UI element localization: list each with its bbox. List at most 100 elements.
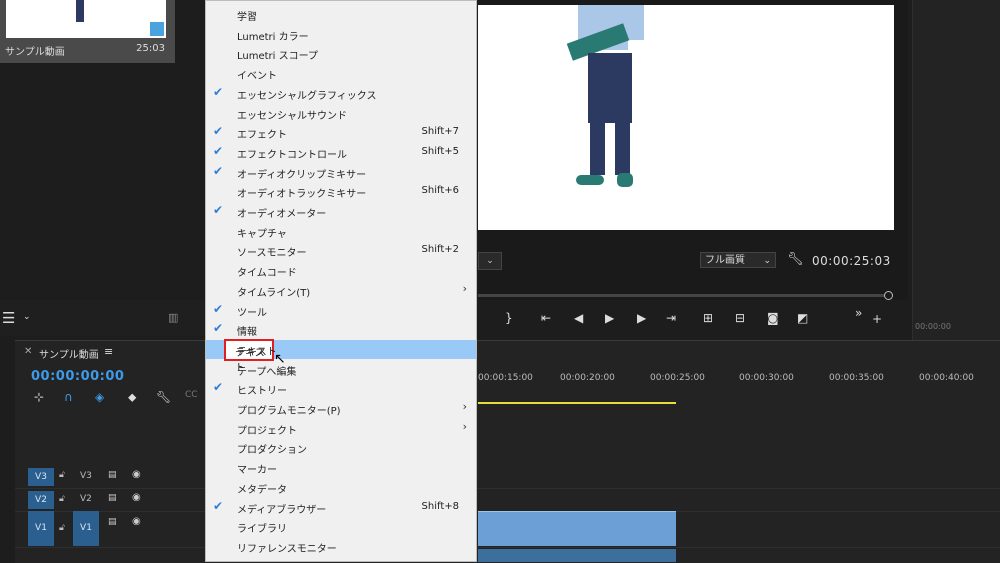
menu-item-label: Lumetri カラー [237, 31, 309, 43]
menu-item[interactable]: ✔ エッセンシャルグラフィックス [206, 84, 476, 103]
menu-item[interactable]: ✔ オーディオクリップミキサー [206, 163, 476, 182]
playhead-handle[interactable] [884, 291, 893, 300]
menu-item[interactable]: ライブラリ [206, 517, 476, 536]
lock-icon[interactable]: 🔓︎ [59, 494, 65, 504]
go-to-in-icon[interactable]: ⇤ [541, 311, 551, 325]
menu-item-label: オーディオクリップミキサー [237, 169, 367, 181]
menu-item[interactable]: ✔ オーディオメーター [206, 202, 476, 221]
more-buttons-icon[interactable]: » [855, 306, 862, 320]
wrench-icon[interactable]: 🔧︎ [787, 252, 804, 267]
menu-item[interactable]: Lumetri カラー [206, 25, 476, 44]
timeline-tab[interactable]: サンプル動画 [39, 346, 99, 361]
menu-item[interactable]: 学習 [206, 5, 476, 24]
menu-item-label: Lumetri スコープ [237, 51, 319, 63]
menu-item[interactable]: プロジェクト › [206, 419, 476, 438]
camera-icon[interactable]: ◙ [767, 311, 779, 325]
insert-icon[interactable]: ⊹ [34, 390, 44, 404]
audio-clip[interactable] [478, 549, 676, 562]
menu-item-label: マーカー [237, 465, 277, 477]
linked-selection-icon[interactable]: ◈ [95, 390, 104, 404]
work-area-bar[interactable] [478, 402, 676, 404]
eye-icon[interactable]: ◉ [132, 469, 141, 480]
source-patch-v1[interactable]: V1 [28, 511, 54, 546]
chevron-down-icon[interactable]: ⌄ [23, 312, 31, 322]
track-label-v2: V2 [80, 494, 92, 504]
thumbnail-image [6, 0, 166, 38]
menu-item[interactable]: Lumetri スコープ [206, 44, 476, 63]
lift-icon[interactable]: ⊞ [703, 311, 713, 325]
right-side-panel [912, 0, 1000, 340]
menu-item[interactable]: マーカー [206, 458, 476, 477]
menu-item[interactable]: イベント [206, 64, 476, 83]
menu-item[interactable]: ✔ エフェクトコントロール Shift+5 [206, 143, 476, 162]
menu-item[interactable]: ✔ ヒストリー [206, 379, 476, 398]
compare-view-icon[interactable]: ◩ [797, 311, 808, 325]
menu-item-shortcut: Shift+6 [421, 185, 459, 197]
menu-item-label: プログラムモニター(P) [237, 406, 341, 417]
lock-icon[interactable]: 🔓︎ [59, 523, 65, 533]
menu-item[interactable]: ソースモニター Shift+2 [206, 241, 476, 260]
menu-item-label: イベント [237, 71, 277, 83]
mark-out-icon[interactable]: } [505, 311, 513, 325]
timeline-settings-wrench-icon[interactable]: 🔧︎ [156, 390, 171, 404]
program-video-frame[interactable] [478, 5, 894, 230]
menu-item[interactable]: タイムライン(T) › [206, 281, 476, 300]
menu-item[interactable]: ✔ 情報 [206, 320, 476, 339]
snap-magnet-icon[interactable]: ∩ [64, 390, 73, 404]
bin-icon[interactable]: ▥ [168, 311, 178, 324]
menu-item-shortcut: Shift+8 [421, 500, 459, 512]
source-patch-v3[interactable]: V3 [28, 468, 54, 486]
film-icon[interactable]: ▤ [108, 517, 117, 527]
button-editor-plus-icon[interactable]: + [872, 312, 882, 326]
menu-item[interactable]: プロダクション [206, 438, 476, 457]
menu-item[interactable]: テキスト [206, 339, 476, 359]
track-label-v1[interactable]: V1 [73, 511, 99, 546]
go-to-out-icon[interactable]: ⇥ [666, 311, 676, 325]
checkmark-icon: ✔ [213, 203, 224, 217]
menu-item[interactable]: キャプチャ [206, 222, 476, 241]
menu-item[interactable]: タイムコード [206, 261, 476, 280]
chevron-down-icon: ⌄ [486, 256, 494, 266]
captions-icon[interactable]: CC [185, 390, 198, 400]
source-patch-v2[interactable]: V2 [28, 491, 54, 509]
checkmark-icon: ✔ [213, 498, 224, 513]
window-menu-items: 学習 Lumetri カラー Lumetri スコープ イベント ✔ エッセンシャルグラフ… [206, 0, 476, 562]
submenu-arrow-icon: › [462, 281, 467, 295]
play-icon[interactable]: ▶︎ [605, 311, 614, 325]
project-item-thumbnail[interactable]: サンプル動画 25:03 [0, 0, 175, 63]
step-forward-icon[interactable]: ▶︎ [637, 311, 646, 325]
menu-item[interactable]: エッセンシャルサウンド [206, 104, 476, 123]
quality-label: フル画質 [705, 255, 745, 266]
timeline-ruler[interactable]: 00:00:15:00 00:00:20:00 00:00:25:00 00:0… [478, 373, 1000, 395]
video-clip[interactable] [478, 511, 676, 546]
menu-item[interactable]: オーディオトラックミキサー Shift+6 [206, 182, 476, 201]
menu-item-label: タイムライン(T) [237, 287, 311, 299]
menu-item[interactable]: プログラムモニター(P) › [206, 399, 476, 418]
film-icon[interactable]: ▤ [108, 493, 117, 503]
timeline-current-time[interactable]: 00:00:00:00 [31, 369, 124, 384]
menu-item[interactable]: ✔ ツール [206, 301, 476, 320]
eye-icon[interactable]: ◉ [132, 516, 141, 527]
project-item-name: サンプル動画 [5, 47, 65, 58]
menu-item-label: エフェクトコントロール [237, 149, 347, 161]
eye-icon[interactable]: ◉ [132, 492, 141, 503]
menu-item-label: エッセンシャルグラフィックス [237, 90, 377, 102]
menu-item[interactable]: メタデータ [206, 478, 476, 497]
step-back-icon[interactable]: ◀︎ [574, 311, 583, 325]
menu-item-label: プロダクション [237, 445, 307, 457]
add-marker-icon[interactable]: ⬥ [128, 390, 136, 405]
menu-item[interactable]: ✔ エフェクト Shift+7 [206, 123, 476, 142]
timeline-menu-icon[interactable]: ≡ [104, 345, 113, 358]
program-scrubber-bar[interactable] [478, 294, 888, 297]
thumbnail-figure [76, 0, 84, 22]
extract-icon[interactable]: ⊟ [735, 311, 745, 325]
zoom-level-dropdown[interactable]: ⌄ [478, 252, 502, 270]
lock-icon[interactable]: 🔓︎ [59, 470, 65, 480]
menu-item[interactable]: リファレンスモニター [206, 537, 476, 556]
playback-quality-dropdown[interactable]: フル画質 ⌄ [700, 252, 776, 268]
ruler-label: 00:00:15:00 [478, 373, 533, 383]
menu-item[interactable]: ✔ メディアブラウザー Shift+8 [206, 498, 476, 517]
close-tab-icon[interactable]: ✕ [24, 346, 32, 357]
panel-menu-icon[interactable]: ☰ [2, 309, 15, 327]
film-icon[interactable]: ▤ [108, 470, 117, 480]
